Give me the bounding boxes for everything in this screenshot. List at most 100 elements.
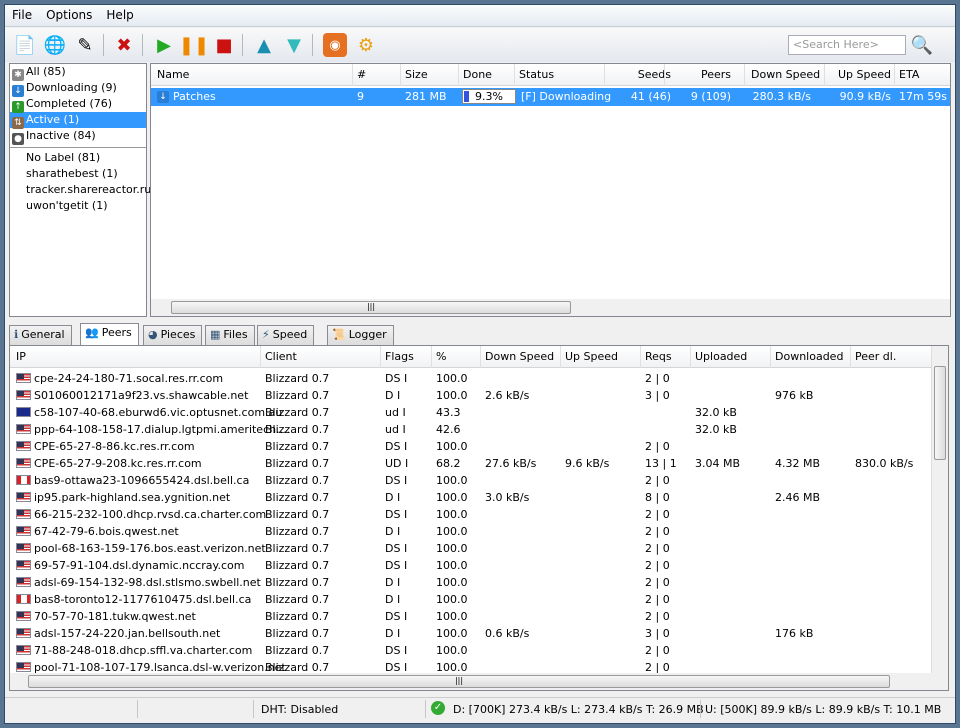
peer-row[interactable]: adsl-157-24-220.jan.bellsouth.net Blizzar… <box>10 625 948 642</box>
peer-row[interactable]: 70-57-70-181.tukw.qwest.net Blizzard 0.7 D… <box>10 608 948 625</box>
column-header[interactable]: Peers <box>671 68 731 81</box>
column-divider[interactable] <box>744 64 745 86</box>
column-divider[interactable] <box>458 64 459 86</box>
column-divider[interactable] <box>640 346 641 368</box>
download-status[interactable]: D: [700K] 273.4 kB/s L: 273.4 kB/s T: 26… <box>453 703 704 716</box>
peer-row[interactable]: 66-215-232-100.dhcp.rvsd.ca.charter.com B… <box>10 506 948 523</box>
column-header[interactable]: Downloaded <box>775 350 843 363</box>
search-input[interactable]: <Search Here> <box>788 35 906 55</box>
add-url-icon[interactable]: 🌐 <box>43 33 67 57</box>
column-divider[interactable] <box>824 64 825 86</box>
category-item[interactable]: ↑ Completed (76) <box>10 96 146 113</box>
column-divider[interactable] <box>480 346 481 368</box>
pause-icon[interactable]: ❚❚ <box>179 33 209 57</box>
column-divider[interactable] <box>894 64 895 86</box>
network-ok-icon[interactable]: ✓ <box>431 701 445 715</box>
torrent-row[interactable]: ↓ Patches 9 281 MB 9.3% [F] Downloading 41 (46… <box>151 88 950 106</box>
column-divider[interactable] <box>431 346 432 368</box>
column-header[interactable]: Uploaded <box>695 350 747 363</box>
column-header[interactable]: Up Speed <box>831 68 891 81</box>
column-header[interactable]: ETA <box>899 68 919 81</box>
menu-file[interactable]: File <box>5 5 39 25</box>
column-header[interactable]: Done <box>463 68 492 81</box>
column-divider[interactable] <box>352 64 353 86</box>
scroll-thumb[interactable]: ||| <box>28 675 890 688</box>
tab-files[interactable]: ▦ Files <box>205 325 255 345</box>
menu-options[interactable]: Options <box>39 5 99 25</box>
label-item[interactable]: tracker.sharereactor.ru <box>10 182 151 198</box>
column-header[interactable]: Seeds <box>611 68 671 81</box>
peer-row[interactable]: S01060012171a9f23.vs.shawcable.net Blizza… <box>10 387 948 404</box>
peers-hscrollbar[interactable]: ||| <box>10 673 948 690</box>
label-item[interactable]: uwon'tgetit (1) <box>10 198 146 214</box>
peer-flags: DS I <box>385 474 408 487</box>
flag-us-icon <box>16 458 31 468</box>
column-header[interactable]: Name <box>157 68 189 81</box>
search-icon[interactable]: 🔍 <box>910 33 934 57</box>
column-header[interactable]: Up Speed <box>565 350 618 363</box>
peers-vscrollbar[interactable] <box>931 346 948 674</box>
column-divider[interactable] <box>770 346 771 368</box>
tab-logger[interactable]: 📜 Logger <box>327 325 394 345</box>
column-divider[interactable] <box>850 346 851 368</box>
column-divider[interactable] <box>380 346 381 368</box>
peer-row[interactable]: ppp-64-108-158-17.dialup.lgtpmi.ameritec… <box>10 421 948 438</box>
remove-icon[interactable]: ✖ <box>112 33 136 57</box>
peer-flags: D I <box>385 525 401 538</box>
column-header[interactable]: Client <box>265 350 297 363</box>
tab-speed[interactable]: ⚡ Speed <box>257 325 315 345</box>
column-header[interactable]: # <box>357 68 366 81</box>
column-header[interactable]: Flags <box>385 350 414 363</box>
column-header[interactable]: % <box>436 350 446 363</box>
tab-pieces[interactable]: ◕ Pieces <box>143 325 203 345</box>
peer-row[interactable]: ip95.park-highland.sea.ygnition.net Blizz… <box>10 489 948 506</box>
label-item[interactable]: No Label (81) <box>10 150 146 166</box>
torrent-hscrollbar[interactable]: ||| <box>151 299 950 316</box>
stop-icon[interactable]: ■ <box>212 33 236 57</box>
category-item[interactable]: ⇅ Active (1) <box>10 112 146 129</box>
menu-help[interactable]: Help <box>99 5 140 25</box>
peer-row[interactable]: adsl-69-154-132-98.dsl.stlsmo.swbell.net… <box>10 574 948 591</box>
column-divider[interactable] <box>560 346 561 368</box>
scroll-thumb[interactable]: ||| <box>171 301 571 314</box>
peer-row[interactable]: 71-88-248-018.dhcp.sffl.va.charter.com Bl… <box>10 642 948 659</box>
column-divider[interactable] <box>664 64 665 86</box>
column-header[interactable]: Size <box>405 68 428 81</box>
peer-row[interactable]: CPE-65-27-9-208.kc.res.rr.com Blizzard 0.… <box>10 455 948 472</box>
rss-icon[interactable]: ◉ <box>323 33 347 57</box>
column-divider[interactable] <box>514 64 515 86</box>
column-header[interactable]: Down Speed <box>485 350 554 363</box>
column-divider[interactable] <box>690 346 691 368</box>
peer-row[interactable]: c58-107-40-68.eburwd6.vic.optusnet.com.a… <box>10 404 948 421</box>
scroll-thumb[interactable] <box>934 366 946 460</box>
column-header[interactable]: Down Speed <box>751 68 820 81</box>
column-header[interactable]: IP <box>16 350 26 363</box>
create-torrent-icon[interactable]: ✎ <box>73 33 97 57</box>
peer-row[interactable]: CPE-65-27-8-86.kc.res.rr.com Blizzard 0.7… <box>10 438 948 455</box>
tab-general[interactable]: ℹ General <box>9 325 72 345</box>
column-divider[interactable] <box>400 64 401 86</box>
column-divider[interactable] <box>604 64 605 86</box>
peer-row[interactable]: bas9-ottawa23-1096655424.dsl.bell.ca Bliz… <box>10 472 948 489</box>
column-header[interactable]: Peer dl. <box>855 350 896 363</box>
peer-row[interactable]: bas8-toronto12-1177610475.dsl.bell.ca Bli… <box>10 591 948 608</box>
peer-row[interactable]: pool-68-163-159-176.bos.east.verizon.net… <box>10 540 948 557</box>
category-item[interactable]: ↓ Downloading (9) <box>10 80 146 97</box>
move-up-icon[interactable]: ▲ <box>252 33 276 57</box>
peer-row[interactable]: 67-42-79-6.bois.qwest.net Blizzard 0.7 D I… <box>10 523 948 540</box>
category-item[interactable]: ✱ All (85) <box>10 64 146 81</box>
category-item[interactable]: ● Inactive (84) <box>10 128 146 145</box>
tab-peers[interactable]: 👥 Peers <box>80 323 139 346</box>
upload-status[interactable]: U: [500K] 89.9 kB/s L: 89.9 kB/s T: 10.1… <box>705 703 941 716</box>
column-header[interactable]: Status <box>519 68 554 81</box>
add-torrent-icon[interactable]: 📄 <box>13 33 37 57</box>
label-item[interactable]: sharathebest (1) <box>10 166 146 182</box>
column-header[interactable]: Reqs <box>645 350 672 363</box>
preferences-icon[interactable]: ⚙ <box>354 33 378 57</box>
move-down-icon[interactable]: ▼ <box>282 33 306 57</box>
peer-flags: DS I <box>385 440 408 453</box>
peer-row[interactable]: cpe-24-24-180-71.socal.res.rr.com Blizzar… <box>10 370 948 387</box>
peer-row[interactable]: 69-57-91-104.dsl.dynamic.nccray.com Blizz… <box>10 557 948 574</box>
column-divider[interactable] <box>260 346 261 368</box>
start-icon[interactable]: ▶ <box>152 33 176 57</box>
